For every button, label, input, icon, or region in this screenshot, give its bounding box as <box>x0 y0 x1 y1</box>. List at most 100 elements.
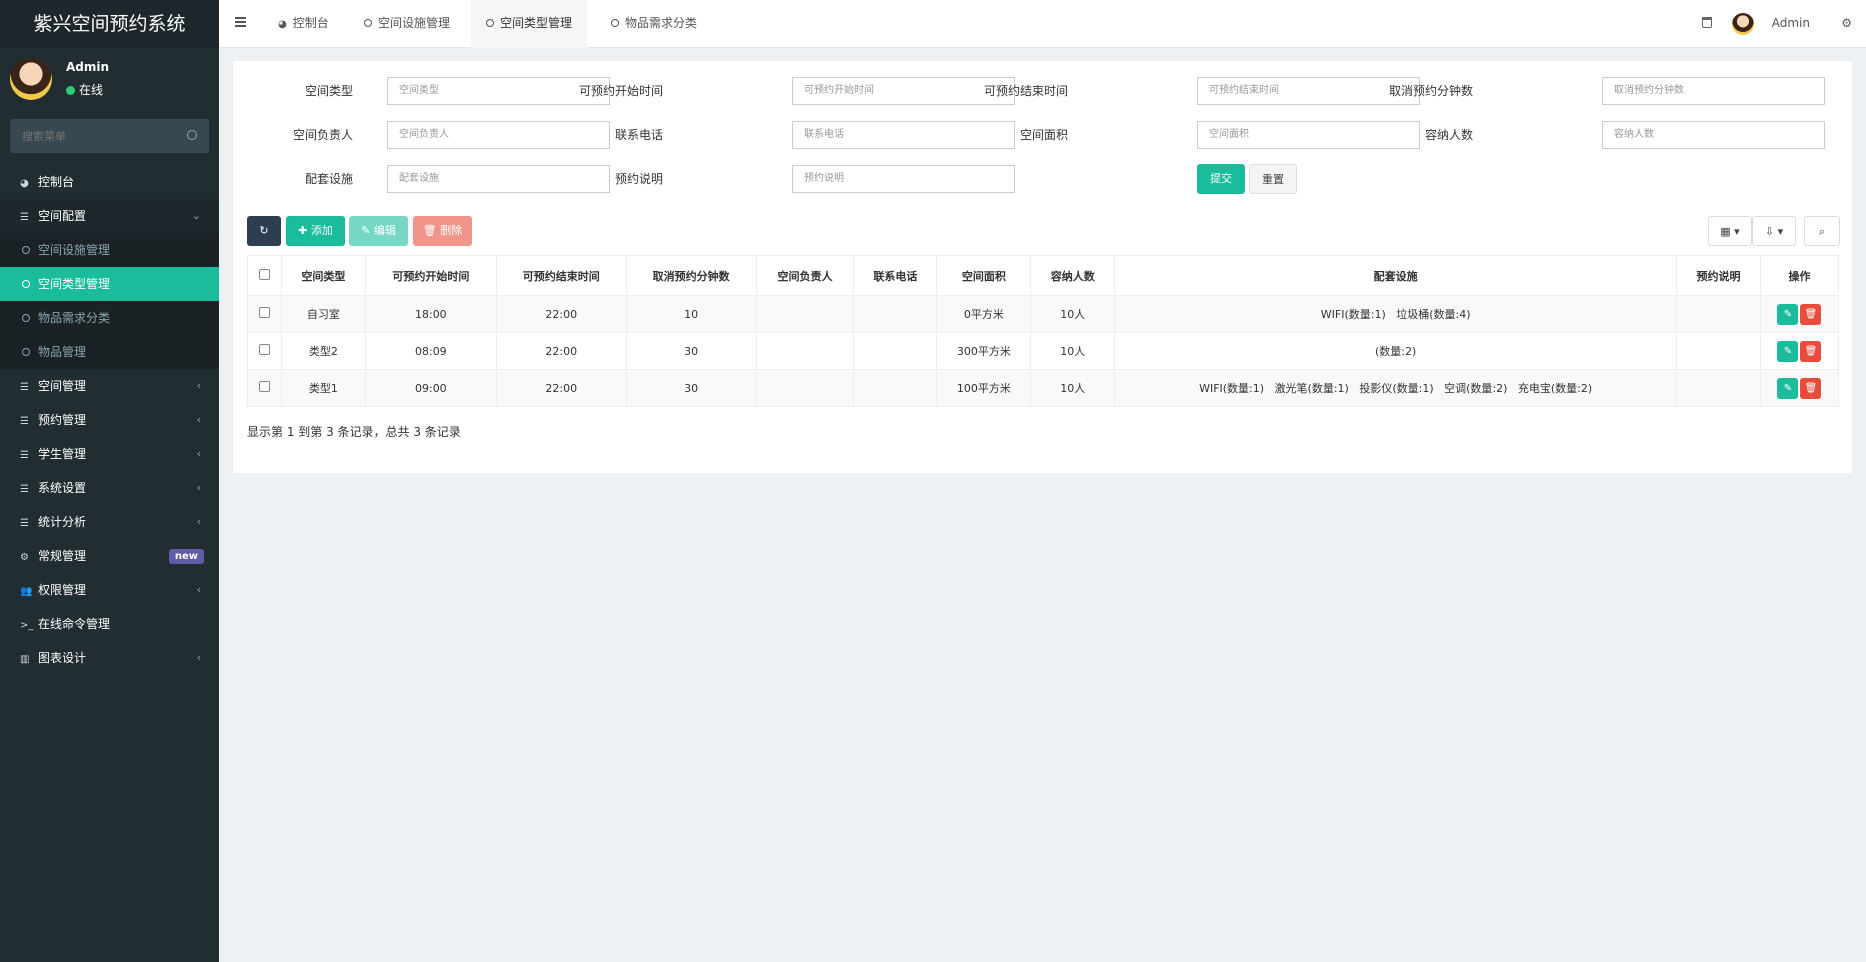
dashboard-icon: ◕ <box>20 178 29 189</box>
select-all-checkbox[interactable] <box>258 268 270 280</box>
circle-icon <box>611 19 619 27</box>
tab-item-category[interactable]: 物品需求分类 <box>596 0 712 48</box>
cell: 22:00 <box>495 369 627 407</box>
list-icon: ☰ <box>20 212 29 223</box>
cell <box>755 295 855 333</box>
app-title[interactable]: 紫兴空间预约系统 <box>0 0 219 48</box>
row-checkbox[interactable] <box>258 307 270 318</box>
sidebar-item-statistics[interactable]: ☰ 统计分析 ‹ <box>0 505 219 539</box>
refresh-button[interactable]: ↻ <box>247 216 281 246</box>
row-select-cell <box>247 295 282 333</box>
sidebar-item-space-config[interactable]: ☰ 空间配置 ⌄ <box>0 199 219 233</box>
sidebar-item-facility[interactable]: 空间设施管理 <box>0 233 219 267</box>
sidebar-item-system[interactable]: ☰ 系统设置 ‹ <box>0 471 219 505</box>
menu-search-input[interactable] <box>10 119 180 153</box>
chevron-left-icon: ‹ <box>196 447 201 460</box>
edit-label: 编辑 <box>373 224 396 237</box>
row-delete-trash-icon[interactable]: 🗑 <box>1800 303 1822 325</box>
delete-button[interactable]: 🗑 删除 <box>413 216 472 246</box>
column-header[interactable]: 空间面积 <box>936 255 1032 296</box>
main-panel: 空间类型 空间类型 可预约开始时间 可预约开始时间 可预约结束时间 可预约结束时… <box>233 61 1852 473</box>
chevron-left-icon: ‹ <box>196 379 201 392</box>
row-edit-pencil-icon[interactable]: ✎ <box>1777 340 1799 362</box>
sidebar-item-permission[interactable]: 👥 权限管理 ‹ <box>0 573 219 607</box>
column-header[interactable]: 联系电话 <box>853 255 938 296</box>
sidebar-item-label: 空间类型管理 <box>38 277 111 291</box>
export-button[interactable]: ⇩ ▾ <box>1752 216 1796 246</box>
sidebar-item-space-mgmt[interactable]: ☰ 空间管理 ‹ <box>0 369 219 403</box>
edit-button[interactable]: ✎ 编辑 <box>349 216 408 246</box>
row-checkbox[interactable] <box>258 344 270 355</box>
top-avatar[interactable] <box>1732 13 1754 35</box>
tab-dashboard[interactable]: ◕ 控制台 <box>263 0 344 48</box>
add-button[interactable]: ✚ 添加 <box>286 216 345 246</box>
row-edit-pencil-icon[interactable]: ✎ <box>1777 377 1799 399</box>
capacity-input[interactable]: 容纳人数 <box>1602 121 1825 149</box>
cell: 类型1 <box>280 369 366 407</box>
column-header[interactable]: 空间负责人 <box>755 255 855 296</box>
note-input[interactable]: 预约说明 <box>792 165 1015 193</box>
clear-cache-trash-icon[interactable] <box>1702 17 1712 28</box>
actions-cell: ✎ 🗑 <box>1759 295 1840 333</box>
tab-label: 空间类型管理 <box>500 16 573 30</box>
cell: (数量:2) <box>1114 332 1678 370</box>
column-header[interactable]: 空间类型 <box>280 255 366 296</box>
columns-toggle-button[interactable]: ▦ ▾ <box>1708 216 1752 246</box>
cell <box>853 295 938 333</box>
sidebar-item-space-type[interactable]: 空间类型管理 <box>0 267 219 301</box>
sidebar-item-reservation[interactable]: ☰ 预约管理 ‹ <box>0 403 219 437</box>
settings-gears-icon[interactable]: ⚙ <box>1841 16 1852 30</box>
cell: 30 <box>625 369 757 407</box>
sidebar-item-dashboard[interactable]: ◕ 控制台 <box>0 165 219 199</box>
add-label: 添加 <box>310 224 333 237</box>
table-row[interactable]: 类型2 08:09 22:00 30 300平方米 10人 (数量:2) ✎ 🗑 <box>247 332 1840 370</box>
reset-button[interactable]: 重置 <box>1249 164 1297 194</box>
field-label: 空间类型 <box>304 84 353 98</box>
column-header[interactable]: 容纳人数 <box>1030 255 1116 296</box>
search-toggle-button[interactable]: ⌕ <box>1804 216 1840 246</box>
list-icon: ☰ <box>20 382 29 393</box>
column-header[interactable]: 预约说明 <box>1676 255 1761 296</box>
cancel-minutes-input[interactable]: 取消预约分钟数 <box>1602 77 1825 105</box>
sidebar-menu: ◕ 控制台 ☰ 空间配置 ⌄ 空间设施管理 空间类型管理 物品需求分类 物品管理 ☰ 空… <box>0 165 219 675</box>
table-row[interactable]: 类型1 09:00 22:00 30 100平方米 10人 WIFI(数量:1)… <box>247 369 1840 407</box>
row-delete-trash-icon[interactable]: 🗑 <box>1800 377 1822 399</box>
row-delete-trash-icon[interactable]: 🗑 <box>1800 340 1822 362</box>
column-header[interactable]: 可预约结束时间 <box>495 255 627 296</box>
sidebar-item-command[interactable]: >_ 在线命令管理 <box>0 607 219 641</box>
actions-cell: ✎ 🗑 <box>1759 332 1840 370</box>
column-header[interactable]: 配套设施 <box>1114 255 1678 296</box>
field-label: 空间负责人 <box>292 128 353 142</box>
cell: 10人 <box>1030 332 1116 370</box>
table-row[interactable]: 自习室 18:00 22:00 10 0平方米 10人 WIFI(数量:1) 垃… <box>247 295 1840 333</box>
field-label: 配套设施 <box>304 172 353 186</box>
user-name: Admin <box>66 60 110 74</box>
cell <box>1676 369 1761 407</box>
sidebar-item-label: 在线命令管理 <box>38 617 111 631</box>
search-icon[interactable] <box>187 130 197 140</box>
dashboard-icon: ◕ <box>278 19 287 30</box>
row-edit-pencil-icon[interactable]: ✎ <box>1777 303 1799 325</box>
actions-cell: ✎ 🗑 <box>1759 369 1840 407</box>
sidebar-item-general[interactable]: ⚙ 常规管理 new <box>0 539 219 573</box>
sidebar-item-item-category[interactable]: 物品需求分类 <box>0 301 219 335</box>
sidebar-item-items[interactable]: 物品管理 <box>0 335 219 369</box>
sidebar-item-label: 系统设置 <box>38 481 87 495</box>
row-select-cell <box>247 369 282 407</box>
column-header[interactable]: 可预约开始时间 <box>364 255 497 296</box>
row-checkbox[interactable] <box>258 381 270 392</box>
export-icon: ⇩ ▾ <box>1764 225 1784 238</box>
tab-label: 物品需求分类 <box>625 16 698 30</box>
sidebar-item-label: 预约管理 <box>38 413 87 427</box>
menu-toggle-icon[interactable] <box>235 17 246 27</box>
top-username[interactable]: Admin <box>1772 16 1810 30</box>
sidebar-item-student[interactable]: ☰ 学生管理 ‹ <box>0 437 219 471</box>
cell: 10人 <box>1030 369 1116 407</box>
sidebar-item-label: 空间管理 <box>38 379 87 393</box>
sidebar-item-chart[interactable]: ▥ 图表设计 ‹ <box>0 641 219 675</box>
circle-icon <box>486 19 494 27</box>
tab-facility[interactable]: 空间设施管理 <box>349 0 465 48</box>
tab-space-type[interactable]: 空间类型管理 <box>471 0 588 48</box>
submit-button[interactable]: 提交 <box>1197 164 1245 194</box>
column-header[interactable]: 取消预约分钟数 <box>625 255 757 296</box>
